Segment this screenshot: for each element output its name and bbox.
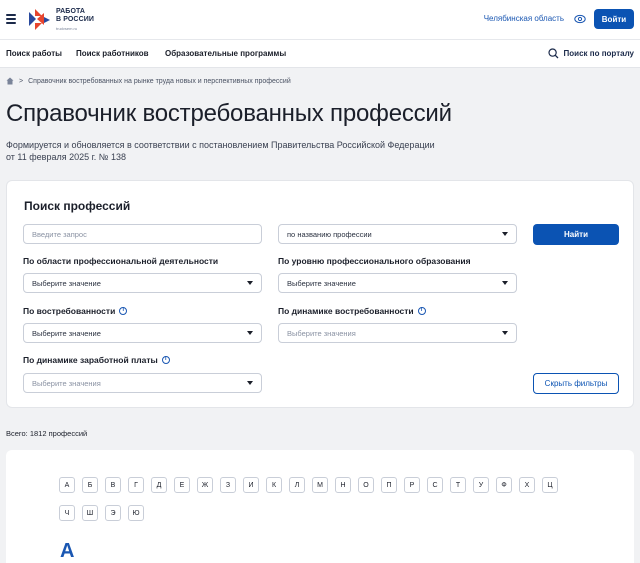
search-mode-select[interactable]: по названию профессии [278, 224, 517, 244]
alphabet-letter-button[interactable]: Г [128, 477, 144, 493]
info-icon[interactable]: i [417, 307, 426, 315]
breadcrumb: > Справочник востребованных на рынке тру… [6, 77, 291, 85]
home-icon[interactable] [6, 77, 14, 85]
eye-icon[interactable] [574, 13, 586, 25]
alphabet-letter-button[interactable]: Т [450, 477, 466, 493]
search-title: Поиск профессий [24, 199, 131, 213]
chevron-down-icon [247, 381, 253, 385]
alphabet-letter-button[interactable]: С [427, 477, 443, 493]
alphabet-letter-button[interactable]: Н [335, 477, 351, 493]
alphabet-letters: АБВГДЕЖЗИКЛМНОПРСТУФХЦ ЧШЭЮ [59, 477, 559, 521]
top-header: РАБОТА В РОССИИ trudvsem.ru Челябинская … [0, 0, 640, 40]
burger-icon[interactable] [6, 14, 16, 24]
alphabet-letter-button[interactable]: К [266, 477, 282, 493]
nav-job-search[interactable]: Поиск работы [6, 49, 62, 58]
filter-value-education-level: Выберите значение [287, 278, 356, 288]
chevron-down-icon [502, 281, 508, 285]
filter-value-activity-area: Выберите значение [32, 278, 101, 288]
filter-label-education-level: По уровню профессионального образования [278, 256, 471, 266]
filter-value-salary-dynamics: Выберите значения [32, 378, 101, 388]
alphabet-letter-button[interactable]: Р [404, 477, 420, 493]
filter-value-demand: Выберите значение [32, 328, 101, 338]
alphabet-letter-button[interactable]: М [312, 477, 328, 493]
filter-label-salary-dynamics: По динамике заработной платы i [23, 355, 170, 365]
page-title: Справочник востребованных профессий [6, 100, 452, 127]
current-letter-heading: А [60, 540, 75, 562]
filter-label-activity-area: По области профессиональной деятельности [23, 256, 218, 266]
filter-label-demand: По востребованности i [23, 306, 128, 316]
filter-select-demand-dynamics[interactable]: Выберите значения [278, 323, 517, 343]
hide-filters-button[interactable]: Скрыть фильтры [533, 373, 619, 394]
filter-label-education-level-text: По уровню профессионального образования [278, 256, 471, 266]
search-icon [547, 48, 558, 59]
filter-value-demand-dynamics: Выберите значения [287, 328, 356, 338]
alphabet-letter-button[interactable]: У [473, 477, 489, 493]
chevron-down-icon [247, 281, 253, 285]
search-input[interactable]: Введите запрос [23, 224, 262, 244]
chevron-down-icon [502, 232, 508, 236]
alphabet-letter-button[interactable]: Е [174, 477, 190, 493]
find-button[interactable]: Найти [533, 224, 619, 245]
filter-label-activity-area-text: По области профессиональной деятельности [23, 256, 219, 266]
alphabet-letter-button[interactable]: П [381, 477, 397, 493]
alphabet-letter-button[interactable]: А [59, 477, 75, 493]
search-panel: Поиск профессий Введите запрос по назван… [6, 180, 634, 408]
filter-label-demand-dynamics-text: По динамике востребованности [278, 306, 414, 316]
logo-icon[interactable] [26, 7, 52, 33]
alphabet-letter-button[interactable]: Д [151, 477, 167, 493]
logo-line1: РАБОТА [56, 8, 86, 15]
results-total: Всего: 1812 профессий [6, 429, 88, 438]
alphabet-letter-button[interactable]: Ж [197, 477, 213, 493]
filter-label-salary-dynamics-text: По динамике заработной платы [23, 355, 158, 365]
logo-text[interactable]: РАБОТА В РОССИИ [56, 8, 94, 24]
portal-search[interactable]: Поиск по порталу [547, 48, 634, 59]
region-link[interactable]: Челябинская область [484, 14, 564, 23]
alphabet-panel: АБВГДЕЖЗИКЛМНОПРСТУФХЦЧШЭЮ А [6, 450, 634, 563]
filter-select-demand[interactable]: Выберите значение [23, 323, 262, 343]
filter-select-salary-dynamics[interactable]: Выберите значения [23, 373, 262, 393]
filter-label-demand-dynamics: По динамике востребованности i [278, 306, 426, 316]
filter-select-activity-area[interactable]: Выберите значение [23, 273, 262, 293]
login-button[interactable]: Войти [594, 9, 634, 29]
portal-search-label: Поиск по порталу [563, 49, 634, 58]
page-description: Формируется и обновляется в соответствии… [6, 140, 435, 162]
alphabet-letter-button[interactable]: Ф [496, 477, 512, 493]
alphabet-letter-button[interactable]: О [358, 477, 374, 493]
alphabet-letter-button[interactable]: Э [105, 505, 121, 521]
chevron-down-icon [247, 331, 253, 335]
logo-line2: В РОССИИ [56, 16, 94, 23]
info-icon[interactable]: i [161, 356, 170, 364]
alphabet-letter-button[interactable]: Л [289, 477, 305, 493]
chevron-down-icon [502, 331, 508, 335]
alphabet-letter-button[interactable]: Х [519, 477, 535, 493]
filter-select-education-level[interactable]: Выберите значение [278, 273, 517, 293]
nav-education-programs[interactable]: Образовательные программы [165, 49, 286, 58]
alphabet-letter-button[interactable]: Ц [542, 477, 558, 493]
breadcrumb-separator: > [19, 77, 24, 85]
alphabet-letter-button[interactable]: Ч [59, 505, 75, 521]
alphabet-letter-button[interactable]: В [105, 477, 121, 493]
filter-label-demand-text: По востребованности [23, 306, 116, 316]
search-input-placeholder: Введите запрос [32, 229, 87, 239]
breadcrumb-current: Справочник востребованных на рынке труда… [28, 77, 291, 85]
alphabet-letter-button[interactable]: И [243, 477, 259, 493]
info-icon[interactable]: i [119, 307, 128, 315]
alphabet-letter-button[interactable]: Ю [128, 505, 144, 521]
alphabet-letter-button[interactable]: Б [82, 477, 98, 493]
main-nav: Поиск работы Поиск работников Образовате… [0, 40, 640, 68]
alphabet-letter-button[interactable]: З [220, 477, 236, 493]
search-mode-value: по названию профессии [287, 229, 372, 239]
nav-worker-search[interactable]: Поиск работников [76, 49, 149, 58]
alphabet-letter-button[interactable]: Ш [82, 505, 98, 521]
logo-subtitle: trudvsem.ru [56, 26, 78, 31]
